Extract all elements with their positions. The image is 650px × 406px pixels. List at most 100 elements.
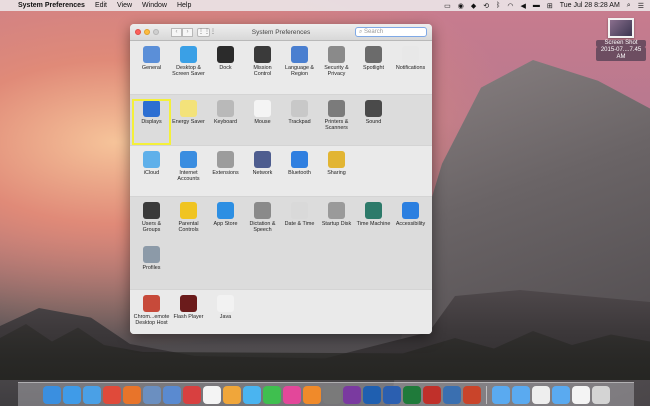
minimize-button[interactable]: [144, 29, 150, 35]
mail-icon[interactable]: [162, 385, 181, 404]
search-input[interactable]: ⌕ Search: [355, 27, 427, 37]
time-machine-status-icon[interactable]: ⟲: [483, 2, 489, 10]
pane-mission-control[interactable]: Mission Control: [244, 46, 281, 90]
battery-icon[interactable]: ▬: [533, 2, 540, 9]
back-button[interactable]: ‹: [171, 27, 182, 37]
pane-keyboard[interactable]: Keyboard: [207, 100, 244, 144]
folder-icon[interactable]: [491, 385, 510, 404]
pane-chrome-remote[interactable]: Chrom...emote Desktop Host: [133, 295, 170, 334]
pane-java[interactable]: Java: [207, 295, 244, 334]
pane-spotlight[interactable]: Spotlight: [355, 46, 392, 90]
firefox-icon[interactable]: [122, 385, 141, 404]
forward-button[interactable]: ›: [182, 27, 193, 37]
pane-time-machine[interactable]: Time Machine: [355, 202, 392, 246]
pane-flash[interactable]: Flash Player: [170, 295, 207, 334]
section-hardware: Displays Energy Saver Keyboard Mouse Trackpa…: [130, 95, 432, 146]
pane-label: Date & Time: [284, 221, 315, 227]
messages-icon[interactable]: [242, 385, 261, 404]
pane-displays[interactable]: Displays: [132, 99, 171, 145]
menu-clock[interactable]: Tue Jul 28 8:28 AM: [560, 2, 620, 9]
dropbox-icon[interactable]: ◆: [471, 2, 476, 10]
pane-icloud[interactable]: iCloud: [133, 151, 170, 195]
printer-icon: [328, 100, 345, 117]
onenote-icon[interactable]: [342, 385, 361, 404]
pane-dock[interactable]: Dock: [207, 46, 244, 90]
menu-help[interactable]: Help: [177, 2, 191, 9]
pane-printer[interactable]: Printers & Scanners: [318, 100, 355, 144]
calendar-icon[interactable]: [202, 385, 221, 404]
pane-parental[interactable]: Parental Controls: [170, 202, 207, 246]
pane-language[interactable]: Language & Region: [281, 46, 318, 90]
menu-app-name[interactable]: System Preferences: [18, 2, 85, 9]
pane-security[interactable]: Security & Privacy: [318, 46, 355, 90]
trash-icon[interactable]: [591, 385, 610, 404]
menu-window[interactable]: Window: [142, 2, 167, 9]
facetime-icon[interactable]: [262, 385, 281, 404]
finder-icon[interactable]: [42, 385, 61, 404]
desktop-icon: [180, 46, 197, 63]
pane-profiles[interactable]: Profiles: [133, 246, 170, 290]
file-icon[interactable]: [571, 385, 590, 404]
display-mirror-icon[interactable]: ▭: [444, 2, 451, 10]
zoom-button[interactable]: [153, 29, 159, 35]
pane-trackpad[interactable]: Trackpad: [281, 100, 318, 144]
pane-notifications[interactable]: Notifications: [392, 46, 429, 90]
show-all-button[interactable]: ⋮⋮⋮: [197, 27, 216, 37]
profiles-icon: [143, 246, 160, 263]
flash-icon: [180, 295, 197, 312]
pane-mouse[interactable]: Mouse: [244, 100, 281, 144]
pane-users[interactable]: Users & Groups: [133, 202, 170, 246]
wifi-icon[interactable]: ◠: [507, 2, 513, 10]
pane-accessibility[interactable]: Accessibility: [392, 202, 429, 246]
document-icon[interactable]: [531, 385, 550, 404]
preview-icon[interactable]: [142, 385, 161, 404]
word-icon[interactable]: [382, 385, 401, 404]
volume-icon[interactable]: ◀: [520, 2, 525, 10]
powerpoint-icon[interactable]: [462, 385, 481, 404]
window-titlebar[interactable]: ‹ › ⋮⋮⋮ System Preferences ⌕ Search: [130, 24, 432, 41]
desktop-file-name-2: 2015-07....7.45 AM: [596, 47, 646, 61]
bluetooth-status-icon[interactable]: ᛒ: [496, 2, 500, 9]
menu-edit[interactable]: Edit: [95, 2, 107, 9]
input-source-icon[interactable]: ⊞: [547, 2, 553, 10]
pane-bluetooth[interactable]: Bluetooth: [281, 151, 318, 195]
downloads-folder-icon[interactable]: [511, 385, 530, 404]
menu-view[interactable]: View: [117, 2, 132, 9]
desktop-screenshot-file[interactable]: Screen Shot 2015-07....7.45 AM: [596, 18, 646, 61]
record-icon[interactable]: ◉: [458, 2, 464, 10]
pane-general[interactable]: General: [133, 46, 170, 90]
notification-center-icon[interactable]: ☰: [638, 2, 644, 10]
pane-extensions[interactable]: Extensions: [207, 151, 244, 195]
itunes-icon[interactable]: [282, 385, 301, 404]
pane-startup-disk[interactable]: Startup Disk: [318, 202, 355, 246]
app-store-icon: [217, 202, 234, 219]
spotlight-menu-icon[interactable]: ⌕: [627, 2, 631, 10]
pane-energy-saver[interactable]: Energy Saver: [170, 100, 207, 144]
network-utility-icon[interactable]: [442, 385, 461, 404]
pane-desktop[interactable]: Desktop & Screen Saver: [170, 46, 207, 90]
recorder-icon[interactable]: [182, 385, 201, 404]
pane-label: Parental Controls: [178, 221, 199, 233]
system-preferences-icon[interactable]: [322, 385, 341, 404]
pane-dictation[interactable]: Dictation & Speech: [244, 202, 281, 246]
section-other: Chrom...emote Desktop Host Flash Player Ja…: [130, 290, 432, 334]
pane-date-time[interactable]: Date & Time: [281, 202, 318, 246]
photos-icon[interactable]: [222, 385, 241, 404]
outlook-icon[interactable]: [362, 385, 381, 404]
compass-icon[interactable]: [82, 385, 101, 404]
applications-folder-icon[interactable]: [551, 385, 570, 404]
ibooks-icon[interactable]: [302, 385, 321, 404]
safari-icon[interactable]: [62, 385, 81, 404]
displays-icon: [143, 100, 160, 117]
pane-sharing[interactable]: Sharing: [318, 151, 355, 195]
photo-booth-icon[interactable]: [422, 385, 441, 404]
chrome-icon[interactable]: [102, 385, 121, 404]
pane-sound[interactable]: Sound: [355, 100, 392, 144]
close-button[interactable]: [135, 29, 141, 35]
pane-app-store[interactable]: App Store: [207, 202, 244, 246]
pane-internet-accounts[interactable]: Internet Accounts: [170, 151, 207, 195]
excel-icon[interactable]: [402, 385, 421, 404]
energy-saver-icon: [180, 100, 197, 117]
extensions-icon: [217, 151, 234, 168]
pane-network[interactable]: Network: [244, 151, 281, 195]
